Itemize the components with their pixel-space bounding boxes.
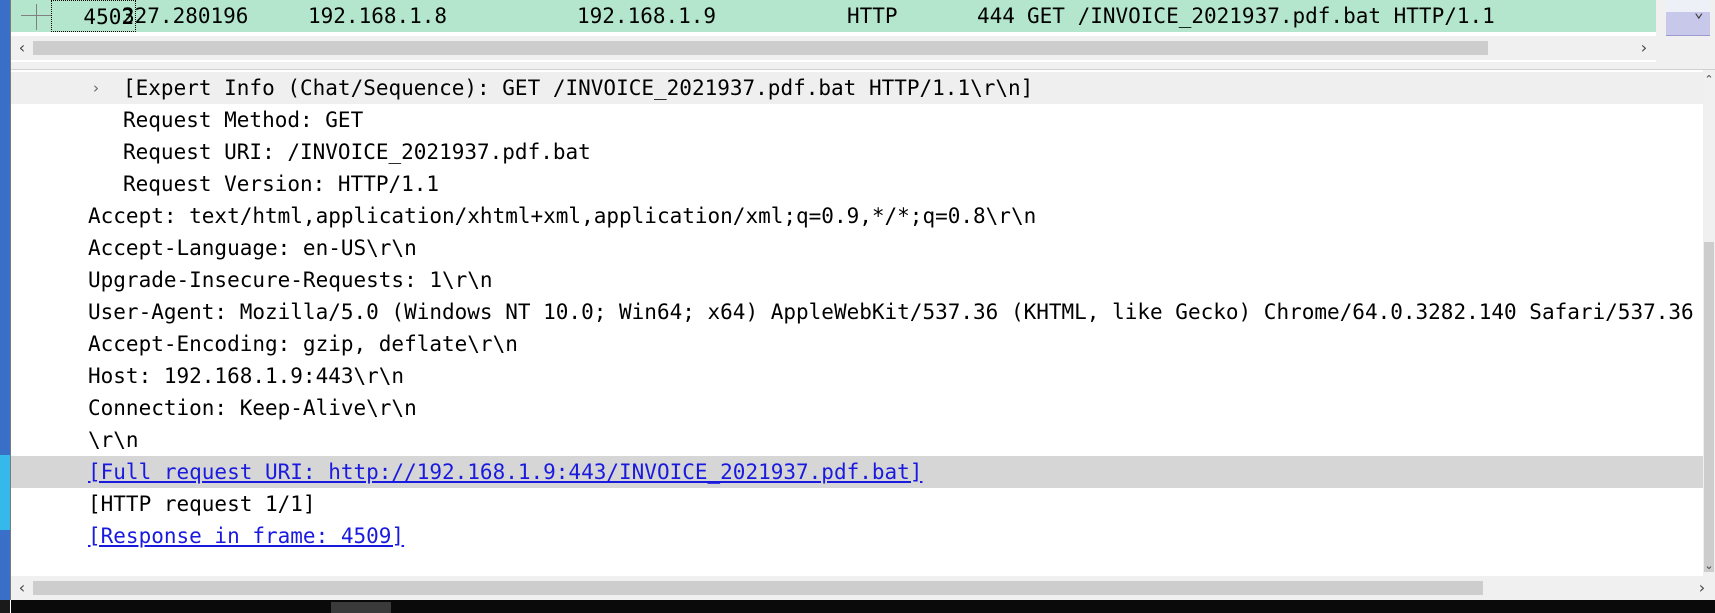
detail-crlf[interactable]: \r\n — [11, 424, 1703, 456]
full-request-uri-link[interactable]: [Full request URI: http://192.168.1.9:44… — [88, 456, 922, 488]
detail-http-request[interactable]: [HTTP request 1/1] — [11, 488, 1703, 520]
pane-splitter[interactable] — [11, 62, 1715, 70]
detail-request-version[interactable]: Request Version: HTTP/1.1 — [11, 168, 1703, 200]
status-bar — [11, 600, 1715, 613]
detail-connection[interactable]: Connection: Keep-Alive\r\n — [11, 392, 1703, 424]
scroll-thumb[interactable] — [33, 581, 1483, 595]
detail-accept[interactable]: Accept: text/html,application/xhtml+xml,… — [11, 200, 1703, 232]
scroll-thumb[interactable] — [33, 41, 1488, 55]
arrow-left-icon[interactable]: ‹ — [11, 576, 33, 600]
scroll-thumb[interactable] — [1704, 242, 1714, 572]
detail-request-method[interactable]: Request Method: GET — [11, 104, 1703, 136]
chevron-right-icon[interactable]: › — [93, 72, 99, 104]
arrow-right-icon[interactable]: › — [1633, 36, 1655, 60]
detail-request-uri[interactable]: Request URI: /INVOICE_2021937.pdf.bat — [11, 136, 1703, 168]
response-in-frame-link[interactable]: [Response in frame: 4509] — [88, 520, 404, 552]
detail-response-in-frame[interactable]: [Response in frame: 4509] — [11, 520, 1703, 552]
arrow-left-icon[interactable]: ‹ — [11, 36, 33, 60]
detail-accept-encoding[interactable]: Accept-Encoding: gzip, deflate\r\n — [11, 328, 1703, 360]
detail-upgrade-insecure-requests[interactable]: Upgrade-Insecure-Requests: 1\r\n — [11, 264, 1703, 296]
detail-expert-info[interactable]: › [Expert Info (Chat/Sequence): GET /INV… — [11, 72, 1703, 104]
packet-time: 327.280196 — [122, 4, 249, 28]
tree-connector-icon — [15, 0, 55, 32]
chevron-down-icon[interactable]: ⌄ — [1703, 558, 1715, 574]
packet-length: 444 — [977, 4, 1015, 28]
details-vertical-scrollbar[interactable]: ⌃ ⌄ — [1703, 70, 1715, 576]
detail-user-agent[interactable]: User-Agent: Mozilla/5.0 (Windows NT 10.0… — [11, 296, 1703, 328]
details-horizontal-scrollbar[interactable]: ‹ › — [11, 576, 1715, 600]
chevron-up-icon[interactable]: ⌃ — [1703, 72, 1715, 88]
arrow-right-icon[interactable]: › — [1691, 576, 1713, 600]
packet-info: GET /INVOICE_2021937.pdf.bat HTTP/1.1 — [1027, 4, 1495, 28]
chevron-down-icon[interactable]: ⌄ — [1694, 2, 1704, 21]
packet-list-vertical-scrollbar[interactable]: ⌄ — [1656, 0, 1715, 62]
detail-host[interactable]: Host: 192.168.1.9:443\r\n — [11, 360, 1703, 392]
detail-full-request-uri[interactable]: [Full request URI: http://192.168.1.9:44… — [11, 456, 1703, 488]
detail-accept-language[interactable]: Accept-Language: en-US\r\n — [11, 232, 1703, 264]
packet-protocol: HTTP — [847, 4, 898, 28]
packet-list-horizontal-scrollbar[interactable]: ‹ › — [11, 36, 1656, 60]
packet-destination: 192.168.1.9 — [577, 4, 717, 28]
desktop-edge — [0, 0, 10, 613]
packet-details-pane: › [Expert Info (Chat/Sequence): GET /INV… — [11, 70, 1715, 600]
packet-row-selected[interactable]: 4502 327.280196 192.168.1.8 192.168.1.9 … — [11, 0, 1656, 32]
packet-source: 192.168.1.8 — [308, 4, 448, 28]
packet-list-pane: 4502 327.280196 192.168.1.8 192.168.1.9 … — [11, 0, 1715, 62]
